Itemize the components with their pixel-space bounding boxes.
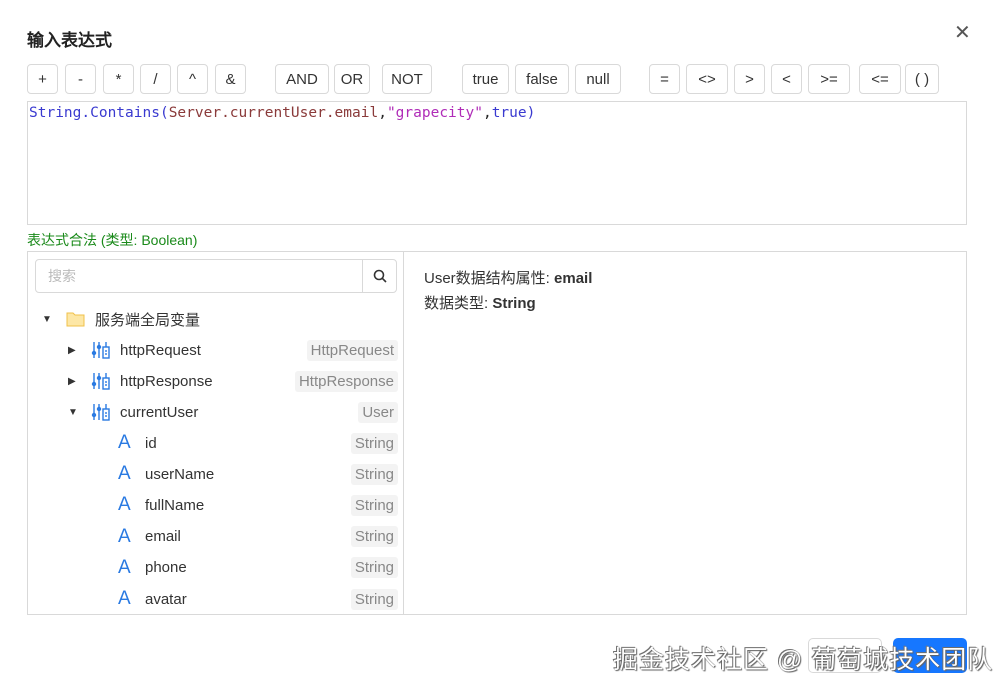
dialog-title: 输入表达式	[27, 31, 112, 50]
expr-close: )	[526, 105, 536, 121]
detail-type-label: 数据类型:	[424, 295, 493, 312]
caret-right-icon[interactable]: ▶	[68, 376, 76, 387]
operator-button[interactable]: +	[27, 64, 58, 94]
caret-right-icon[interactable]: ▶	[68, 345, 76, 356]
operator-button[interactable]: *	[103, 64, 134, 94]
search-input[interactable]	[36, 260, 362, 292]
variable-icon	[91, 373, 110, 390]
tree-node-variable[interactable]: ▶ httpRequest HttpRequest	[28, 336, 398, 364]
operator-button[interactable]: <=	[859, 64, 901, 94]
expr-function: String.Contains(	[29, 105, 169, 121]
type-badge: String	[350, 494, 398, 516]
tree-node-label: httpRequest	[120, 341, 201, 359]
tree-node-field[interactable]: Aid String	[28, 429, 398, 457]
validation-status: 表达式合法 (类型: Boolean)	[27, 232, 198, 248]
type-badge: String	[350, 588, 398, 610]
type-badge: String	[350, 432, 398, 454]
caret-down-icon[interactable]: ▼	[42, 314, 52, 325]
search-button[interactable]	[362, 260, 396, 292]
expression-editor[interactable]: String.Contains(Server.currentUser.email…	[27, 101, 967, 225]
detail-prop-label: User数据结构属性:	[424, 270, 555, 287]
string-field-icon: A	[118, 432, 131, 453]
type-badge: User	[358, 401, 398, 423]
string-field-icon: A	[118, 556, 131, 578]
operator-button[interactable]: /	[140, 64, 171, 94]
tree-node-label: id	[145, 434, 157, 452]
tree-node-label: 服务端全局变量	[95, 311, 201, 329]
search-icon	[373, 269, 387, 283]
tree-node-root[interactable]: ▼ 服务端全局变量	[28, 305, 398, 333]
tree-node-label: httpResponse	[120, 372, 213, 390]
close-icon[interactable]: ✕	[954, 20, 971, 45]
string-field-icon: A	[118, 588, 131, 609]
string-field-icon: A	[118, 463, 131, 485]
operator-button[interactable]: ( )	[905, 64, 939, 94]
expr-bool: true	[491, 105, 527, 121]
type-badge: HttpRequest	[306, 339, 398, 361]
variable-icon	[91, 342, 110, 359]
operator-button[interactable]: AND	[275, 64, 329, 94]
browser-panel: ▼ 服务端全局变量 ▶ httpRequest HttpRequest ▶ httpRe…	[27, 251, 967, 615]
operator-button[interactable]: null	[575, 64, 621, 94]
operator-button[interactable]: OR	[334, 64, 370, 94]
search-box	[35, 259, 397, 293]
detail-prop-value: email	[554, 270, 593, 287]
string-field-icon: A	[118, 525, 131, 547]
tree-node-label: email	[145, 528, 181, 546]
string-field-icon: A	[118, 494, 131, 516]
type-badge: String	[350, 557, 398, 579]
operator-button[interactable]: false	[515, 64, 569, 94]
detail-pane: User数据结构属性: email 数据类型: String	[424, 266, 592, 316]
operator-button[interactable]: NOT	[382, 64, 432, 94]
tree-node-label: currentUser	[120, 403, 199, 421]
variable-icon	[91, 404, 110, 421]
expr-comma: ,	[378, 105, 387, 121]
operator-button[interactable]: ^	[177, 64, 208, 94]
folder-icon	[66, 312, 85, 327]
type-badge: String	[350, 526, 398, 548]
operator-button[interactable]: <>	[686, 64, 728, 94]
operator-button[interactable]: >	[734, 64, 765, 94]
tree-node-field[interactable]: AfullName String	[28, 491, 398, 519]
expr-string: "grapecity"	[386, 105, 483, 121]
operator-button[interactable]: =	[649, 64, 680, 94]
watermark: 掘金技术社区 @ 葡萄城技术团队	[613, 646, 994, 674]
tree-node-field[interactable]: Aemail String	[28, 523, 398, 551]
operator-button[interactable]: >=	[808, 64, 850, 94]
operator-button[interactable]: -	[65, 64, 96, 94]
operator-button[interactable]: &	[215, 64, 246, 94]
tree-node-label: phone	[145, 559, 187, 577]
tree-node-label: userName	[145, 465, 215, 483]
variable-tree-pane: ▼ 服务端全局变量 ▶ httpRequest HttpRequest ▶ httpRe…	[28, 252, 404, 614]
tree-node-label: fullName	[145, 496, 205, 514]
tree-node-variable[interactable]: ▼ currentUser User	[28, 398, 398, 426]
operator-button[interactable]: true	[462, 64, 509, 94]
tree-node-field[interactable]: Aphone String	[28, 554, 398, 582]
tree-node-label: avatar	[145, 590, 187, 608]
tree-node-variable[interactable]: ▶ httpResponse HttpResponse	[28, 367, 398, 395]
tree-node-field[interactable]: Aavatar String	[28, 585, 398, 613]
type-badge: String	[350, 463, 398, 485]
tree-node-field[interactable]: AuserName String	[28, 460, 398, 488]
type-badge: HttpResponse	[294, 370, 398, 392]
detail-type-value: String	[492, 295, 536, 312]
expr-variable: Server.currentUser.email	[168, 105, 379, 121]
expr-comma: ,	[482, 105, 492, 121]
caret-down-icon[interactable]: ▼	[68, 407, 78, 418]
operator-button[interactable]: <	[771, 64, 802, 94]
